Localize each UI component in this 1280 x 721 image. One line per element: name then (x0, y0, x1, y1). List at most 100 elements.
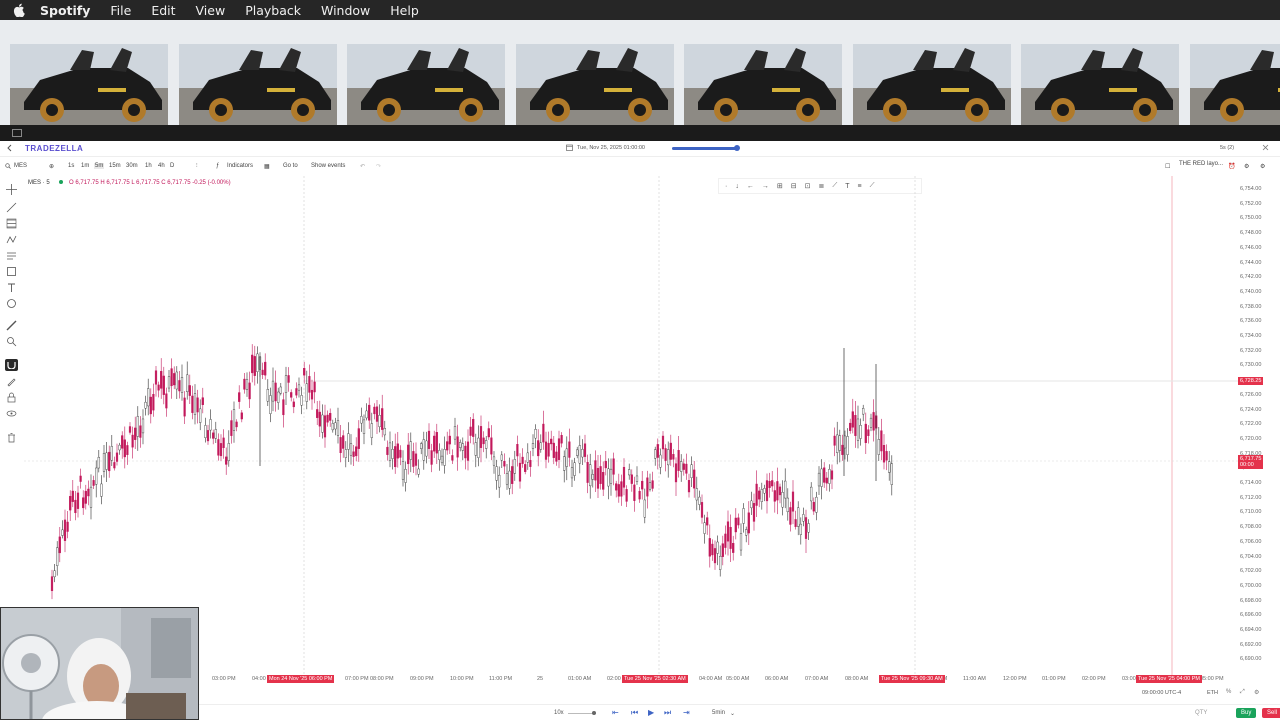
menu-edit[interactable]: Edit (151, 3, 175, 18)
replay-progress-knob[interactable] (734, 145, 740, 151)
price-axis-label: 6,702.00 (1240, 568, 1261, 574)
forecast-icon[interactable] (6, 250, 17, 261)
timeframe-30m[interactable]: 30m (126, 163, 138, 169)
candle-body (506, 474, 508, 485)
candlestick-chart[interactable] (24, 176, 1238, 676)
previous-icon[interactable]: ⏮ (631, 708, 638, 718)
menu-view[interactable]: View (196, 3, 226, 18)
next-icon[interactable]: ⏭ (664, 708, 671, 718)
trend-line-icon[interactable] (6, 202, 17, 213)
speed-slider[interactable] (568, 713, 596, 714)
layout-grid-icon[interactable]: ▦ (264, 163, 270, 170)
candle-body (337, 420, 339, 435)
settings-small-icon[interactable]: ⚙ (1244, 163, 1249, 170)
timeframe-1m[interactable]: 1m (81, 163, 89, 169)
candle-body (381, 408, 383, 429)
goto-button[interactable]: Go to (283, 163, 298, 169)
candle-body (735, 518, 737, 532)
price-axis-label: 6,742.00 (1240, 274, 1261, 280)
lock-icon[interactable] (6, 392, 17, 403)
apple-icon[interactable] (12, 3, 26, 17)
text-icon[interactable] (6, 282, 17, 293)
menu-help[interactable]: Help (390, 3, 419, 18)
compare-plus-icon[interactable]: ⊕ (49, 163, 54, 170)
menu-playback[interactable]: Playback (245, 3, 301, 18)
candle-body (569, 442, 571, 458)
layout-name-button[interactable]: THE RED layo... (1179, 161, 1223, 167)
candle-body (134, 428, 136, 440)
chevron-down-icon[interactable]: ⌄ (730, 710, 735, 717)
candle-body (168, 376, 170, 388)
drawing-mode-icon[interactable] (6, 376, 17, 387)
play-icon[interactable]: ▶ (648, 708, 654, 717)
timeframe-1s[interactable]: 1s (68, 163, 74, 169)
candle-body (212, 433, 214, 439)
timeframe-d[interactable]: D (170, 163, 174, 169)
menu-window[interactable]: Window (321, 3, 370, 18)
candle-body (335, 423, 337, 429)
replay-progress-slider[interactable] (672, 147, 738, 150)
step-forward-icon[interactable]: ⇥ (683, 708, 690, 717)
redo-icon[interactable]: ↷ (376, 163, 381, 170)
price-axis[interactable]: 6,754.006,752.006,750.006,748.006,746.00… (1238, 176, 1280, 676)
step-back-icon[interactable]: ⇤ (612, 708, 619, 717)
candle-body (119, 445, 121, 450)
step-interval-select[interactable]: 5min (712, 710, 725, 716)
pattern-icon[interactable] (6, 234, 17, 245)
indicators-icon[interactable]: ƒ (216, 163, 219, 169)
sell-button[interactable]: Sell (1262, 708, 1280, 718)
symbol-search-input[interactable]: MES (14, 163, 27, 169)
alert-icon[interactable]: ⏰ (1228, 163, 1235, 170)
replay-date[interactable]: Tue, Nov 25, 2025 01:00:00 (577, 145, 645, 151)
candles-group (51, 344, 893, 599)
playback-speed[interactable]: 10x (554, 710, 564, 716)
calendar-icon[interactable] (566, 144, 573, 153)
candle-body (184, 398, 186, 416)
rectangle-icon[interactable] (6, 266, 17, 277)
candle-body (400, 450, 402, 457)
replay-speed-label[interactable]: 5s (2) (1220, 145, 1234, 151)
undo-icon[interactable]: ↶ (360, 163, 365, 170)
log-scale-icon[interactable]: ⤢ (1240, 689, 1245, 696)
speed-slider-knob[interactable] (592, 711, 596, 715)
candle-body (517, 444, 519, 456)
replay-topbar: TRADEZELLA Tue, Nov 25, 2025 01:00:00 5s… (0, 141, 1280, 157)
magnet-mode-button[interactable] (5, 359, 18, 371)
chart-type-icon[interactable]: ⫶ (196, 163, 198, 170)
window-icon[interactable] (12, 129, 22, 137)
timeframe-5m[interactable]: 5m (94, 163, 104, 169)
buy-button[interactable]: Buy (1236, 708, 1256, 718)
close-icon[interactable] (1262, 144, 1269, 153)
timezone-label[interactable]: 09:00:00 UTC-4 (1142, 690, 1181, 696)
auto-scale-icon[interactable]: ⚙ (1254, 689, 1259, 696)
search-icon[interactable] (5, 163, 11, 171)
candle-body (233, 410, 235, 431)
indicators-button[interactable]: Indicators (227, 163, 253, 169)
fullscreen-icon[interactable]: ☐ (1165, 163, 1170, 170)
show-events-button[interactable]: Show events (311, 163, 345, 169)
time-axis-label: 09:00 PM (410, 676, 434, 682)
quantity-input[interactable]: QTY (1195, 710, 1207, 716)
candle-body (592, 474, 594, 479)
percent-scale-icon[interactable]: % (1226, 689, 1231, 695)
candle-body (618, 484, 620, 496)
price-axis-label: 6,690.00 (1240, 656, 1261, 662)
eth-toggle[interactable]: ETH (1207, 690, 1218, 696)
timeframe-15m[interactable]: 15m (109, 163, 121, 169)
emoji-icon[interactable] (6, 298, 17, 309)
back-arrow-icon[interactable] (6, 144, 14, 154)
ruler-icon[interactable] (6, 320, 17, 331)
timeframe-4h[interactable]: 4h (158, 163, 165, 169)
price-axis-label: 6,752.00 (1240, 201, 1261, 207)
zoom-icon[interactable] (6, 336, 17, 347)
crosshair-icon[interactable] (6, 184, 17, 195)
eye-icon[interactable] (6, 408, 17, 419)
candle-body (153, 394, 155, 410)
menu-file[interactable]: File (110, 3, 131, 18)
gear-icon[interactable]: ⚙ (1260, 163, 1265, 170)
menu-app-spotify[interactable]: Spotify (40, 3, 90, 18)
trash-icon[interactable] (6, 432, 17, 443)
fib-icon[interactable] (6, 218, 17, 229)
candle-body (571, 468, 573, 478)
timeframe-1h[interactable]: 1h (145, 163, 152, 169)
